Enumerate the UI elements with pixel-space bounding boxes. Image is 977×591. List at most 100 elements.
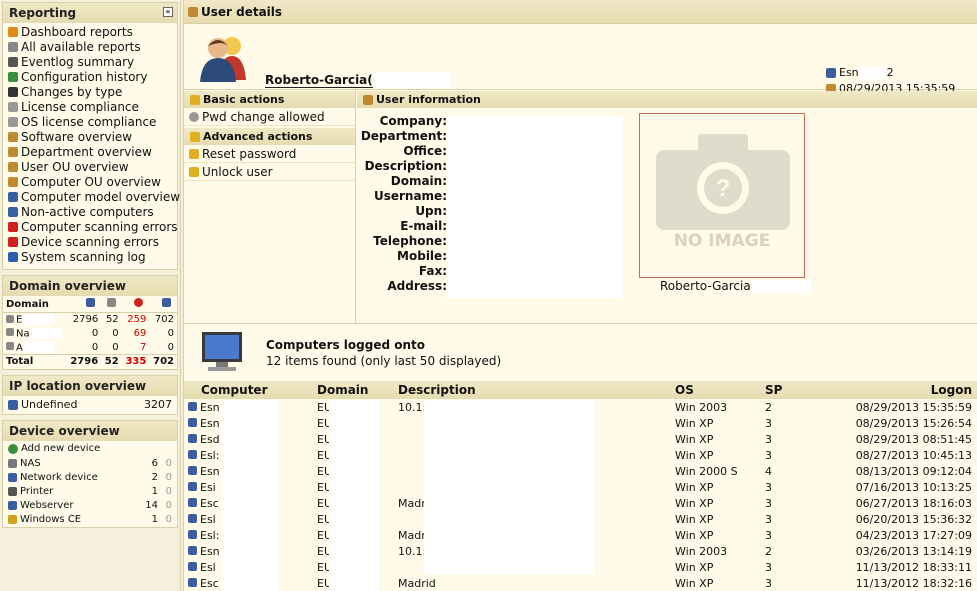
domain-icon xyxy=(6,328,14,337)
reporting-item-label: Configuration history xyxy=(21,69,148,84)
add-new-device-link[interactable]: Add new device xyxy=(3,441,177,457)
computer-sp: 3 xyxy=(765,560,772,574)
domain-icon xyxy=(6,314,14,323)
pwd-change-allowed-action[interactable]: Pwd change allowed xyxy=(184,108,355,126)
document-icon xyxy=(8,116,18,127)
computer-icon xyxy=(188,433,197,443)
computer-os: Win XP xyxy=(675,496,714,510)
last-computer[interactable]: Esn 2 xyxy=(826,66,894,79)
device-error-count: 0 xyxy=(165,486,172,497)
reporting-item-label: Non-active computers xyxy=(21,204,154,219)
reporting-item[interactable]: Changes by type xyxy=(3,84,177,99)
domain-count-cell: 0 xyxy=(167,341,174,353)
reporting-item[interactable]: Computer model overview xyxy=(3,189,180,204)
computers-logged-onto-title: Computers logged onto xyxy=(266,338,426,352)
reporting-item[interactable]: Dashboard reports xyxy=(3,24,177,39)
reporting-item[interactable]: Department overview xyxy=(3,144,177,159)
user-name: Roberto-Garcia( xyxy=(265,72,373,88)
column-logon[interactable]: Logon xyxy=(821,381,977,399)
reporting-item[interactable]: Computer OU overview xyxy=(3,174,177,189)
domain-row[interactable]: A 0 0 7 0 xyxy=(3,341,177,355)
computer-icon xyxy=(188,577,197,587)
reporting-panel: Reporting « Dashboard reports All availab… xyxy=(2,2,180,270)
domain-row[interactable]: Na 0 0 69 0 xyxy=(3,327,177,341)
computer-logon: 08/29/2013 15:35:59 xyxy=(855,400,972,414)
clock-icon xyxy=(8,86,18,97)
column-description[interactable]: Description xyxy=(394,381,671,399)
unlock-user-action[interactable]: Unlock user xyxy=(184,163,355,181)
actions-column: Basic actions Pwd change allowed Advance… xyxy=(184,91,356,323)
domain-count-cell: 702 xyxy=(154,314,174,326)
reporting-item[interactable]: License compliance xyxy=(3,99,177,114)
reporting-item-label: Device scanning errors xyxy=(21,234,159,249)
reporting-item[interactable]: User OU overview xyxy=(3,159,177,174)
device-error-count: 0 xyxy=(165,458,172,469)
reporting-item[interactable]: All available reports xyxy=(3,39,177,54)
user-name-mask xyxy=(372,72,449,88)
computer-logon: 06/20/2013 15:36:32 xyxy=(855,512,972,526)
column-sp[interactable]: SP xyxy=(761,381,821,399)
domain-count-cell: 0 xyxy=(167,328,174,339)
device-row[interactable]: NAS 6 0 xyxy=(3,457,177,471)
domain-name-cell: Total xyxy=(3,354,67,369)
computer-name-mask xyxy=(221,400,277,591)
reporting-item[interactable]: Eventlog summary xyxy=(3,54,177,69)
domain-name: Na xyxy=(16,328,30,340)
photo-caption-line: Roberto-Garcia xyxy=(660,279,811,293)
domain-row[interactable]: E 2796 52 259 702 xyxy=(3,313,177,327)
device-row[interactable]: Printer 1 0 xyxy=(3,485,177,499)
reset-password-action[interactable]: Reset password xyxy=(184,145,355,163)
column-os[interactable]: OS xyxy=(671,381,761,399)
ip-overview-panel: IP location overview Undefined 3207 xyxy=(2,374,178,415)
computer-logon: 11/13/2012 18:33:11 xyxy=(855,560,972,574)
user-info-label: Department: xyxy=(360,129,447,143)
reporting-title: Reporting xyxy=(9,6,77,20)
pwd-change-allowed-label: Pwd change allowed xyxy=(202,109,325,124)
last-computer-mask xyxy=(858,66,887,79)
computer-name: Esl: xyxy=(200,448,220,462)
computers-table-wrap: Computer Domain Description OS SP Logon … xyxy=(184,381,977,591)
collapse-icon[interactable]: « xyxy=(163,7,173,17)
computer-row[interactable]: Esc EU Madrid Win XP 3 11/13/2012 18:32:16 xyxy=(184,575,977,591)
domain-count-cell: 52 xyxy=(101,354,122,369)
user-info-label: Fax: xyxy=(418,264,447,278)
device-row[interactable]: Windows CE 1 0 xyxy=(3,513,177,527)
device-row[interactable]: Network device 2 0 xyxy=(3,471,177,485)
ip-location-row[interactable]: Undefined 3207 xyxy=(3,396,177,414)
users-icon xyxy=(188,6,198,17)
domain-count-cell: 2796 xyxy=(72,314,99,326)
computer-os: Win XP xyxy=(675,448,714,462)
reporting-item[interactable]: OS license compliance xyxy=(3,114,177,129)
domain-name-mask xyxy=(22,341,55,353)
user-info-label: Username: xyxy=(373,189,447,203)
reporting-item[interactable]: Computer scanning errors xyxy=(3,219,178,234)
column-computer[interactable]: Computer xyxy=(184,381,313,399)
domain-count-cell: 335 xyxy=(121,354,150,369)
computer-icon xyxy=(188,401,197,411)
add-icon xyxy=(8,443,18,454)
computer-os: Win XP xyxy=(675,528,714,542)
column-domain[interactable]: Domain xyxy=(313,381,394,399)
computer-logon: 08/27/2013 10:45:13 xyxy=(855,448,972,462)
computer-sp: 3 xyxy=(765,432,772,446)
domain-count-cell: 7 xyxy=(139,341,147,353)
reporting-item-label: All available reports xyxy=(21,39,141,54)
photo-caption-mask xyxy=(750,280,811,293)
computer-logon: 08/13/2013 09:12:04 xyxy=(855,464,972,478)
computer-name: Esl: xyxy=(200,528,220,542)
error-column-icon xyxy=(121,296,150,313)
device-count: 1 xyxy=(151,486,158,497)
user-info-label: E-mail: xyxy=(400,219,447,233)
device-error-count: 0 xyxy=(165,472,172,483)
webserver-icon xyxy=(8,501,17,510)
device-error-count: 0 xyxy=(165,500,172,511)
computer-os: Win XP xyxy=(675,416,714,430)
computer-icon xyxy=(188,417,197,427)
reporting-item[interactable]: System scanning log xyxy=(3,249,177,264)
reporting-item[interactable]: Device scanning errors xyxy=(3,234,177,249)
reporting-item[interactable]: Configuration history xyxy=(3,69,177,84)
device-row[interactable]: Webserver 14 0 xyxy=(3,499,177,513)
reporting-item-label: Software overview xyxy=(21,129,133,144)
reporting-item[interactable]: Software overview xyxy=(3,129,177,144)
reporting-item[interactable]: Non-active computers xyxy=(3,204,177,219)
